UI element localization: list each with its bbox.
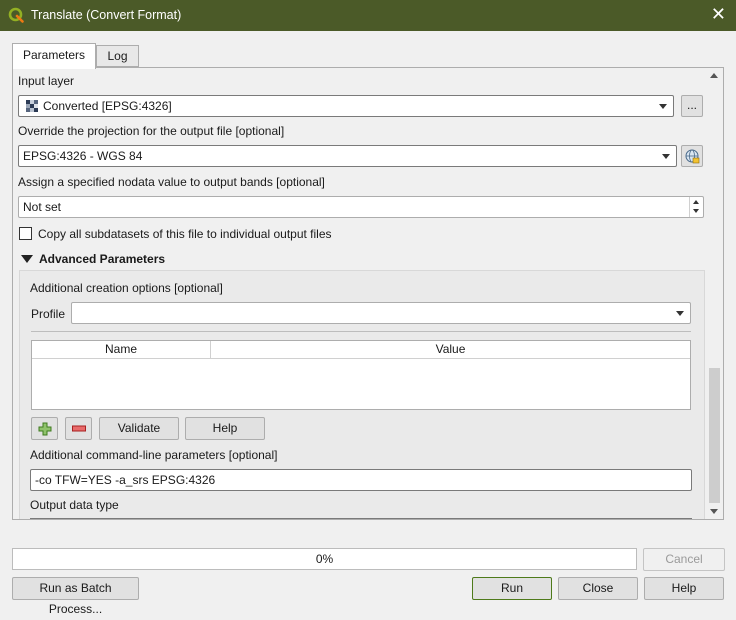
spin-buttons[interactable]	[689, 197, 703, 217]
close-window-icon[interactable]: ✕	[711, 4, 726, 24]
chevron-down-icon	[676, 311, 684, 316]
tab-parameters[interactable]: Parameters	[12, 43, 96, 69]
help-options-button[interactable]: Help	[185, 417, 265, 440]
cancel-button[interactable]: Cancel	[643, 548, 725, 571]
tab-log[interactable]: Log	[96, 45, 139, 67]
plus-icon	[38, 422, 52, 436]
nodata-value: Not set	[23, 200, 62, 214]
spin-down-icon[interactable]	[693, 209, 699, 213]
scroll-down-icon[interactable]	[710, 509, 718, 514]
cmdline-label: Additional command-line parameters [opti…	[30, 448, 278, 462]
profile-combo[interactable]	[71, 302, 691, 324]
output-data-type-combo[interactable]	[30, 518, 692, 519]
add-option-button[interactable]	[31, 417, 58, 440]
vertical-scrollbar[interactable]	[706, 68, 723, 519]
column-header-value[interactable]: Value	[211, 341, 690, 359]
chevron-down-icon	[659, 104, 667, 109]
nodata-label: Assign a specified nodata value to outpu…	[18, 175, 325, 189]
copy-subdatasets-checkbox[interactable]	[19, 227, 32, 240]
select-crs-button[interactable]	[681, 145, 703, 167]
minus-icon	[72, 425, 86, 432]
collapse-triangle-icon[interactable]	[21, 255, 33, 263]
input-layer-value: Converted [EPSG:4326]	[43, 99, 172, 113]
spin-up-icon[interactable]	[693, 200, 699, 204]
chevron-down-icon	[662, 154, 670, 159]
cmdline-input[interactable]: -co TFW=YES -a_srs EPSG:4326	[30, 469, 692, 491]
progress-bar: 0%	[12, 548, 637, 570]
help-button[interactable]: Help	[644, 577, 724, 600]
parameters-panel: Input layer Converted [EPSG:4326] ... Ov…	[12, 67, 724, 520]
copy-subdatasets-label: Copy all subdatasets of this file to ind…	[38, 227, 332, 241]
title-bar: Translate (Convert Format) ✕	[0, 0, 736, 31]
window-title: Translate (Convert Format)	[31, 8, 182, 22]
projection-combo[interactable]: EPSG:4326 - WGS 84	[18, 145, 677, 167]
profile-label: Profile	[31, 307, 66, 321]
raster-layer-icon	[26, 100, 38, 112]
crs-globe-icon	[685, 149, 700, 164]
browse-input-button[interactable]: ...	[681, 95, 703, 117]
projection-value: EPSG:4326 - WGS 84	[23, 149, 143, 163]
remove-option-button[interactable]	[65, 417, 92, 440]
run-button[interactable]: Run	[472, 577, 552, 600]
advanced-parameters-header[interactable]: Advanced Parameters	[39, 252, 165, 266]
input-layer-combo[interactable]: Converted [EPSG:4326]	[18, 95, 674, 117]
input-layer-label: Input layer	[18, 74, 75, 88]
cmdline-value: -co TFW=YES -a_srs EPSG:4326	[35, 473, 216, 487]
column-header-name[interactable]: Name	[32, 341, 211, 359]
run-as-batch-button[interactable]: Run as Batch Process...	[12, 577, 139, 616]
nodata-spinbox[interactable]: Not set	[18, 196, 704, 218]
divider	[31, 331, 691, 332]
close-button[interactable]: Close	[558, 577, 638, 600]
creation-options-table[interactable]: Name Value	[31, 340, 691, 410]
override-projection-label: Override the projection for the output f…	[18, 124, 285, 138]
scroll-up-icon[interactable]	[710, 73, 718, 78]
scrollbar-thumb[interactable]	[709, 368, 720, 503]
creation-options-label: Additional creation options [optional]	[30, 281, 223, 295]
output-data-type-label: Output data type	[30, 498, 119, 512]
validate-button[interactable]: Validate	[99, 417, 179, 440]
qgis-logo-icon	[8, 7, 24, 23]
